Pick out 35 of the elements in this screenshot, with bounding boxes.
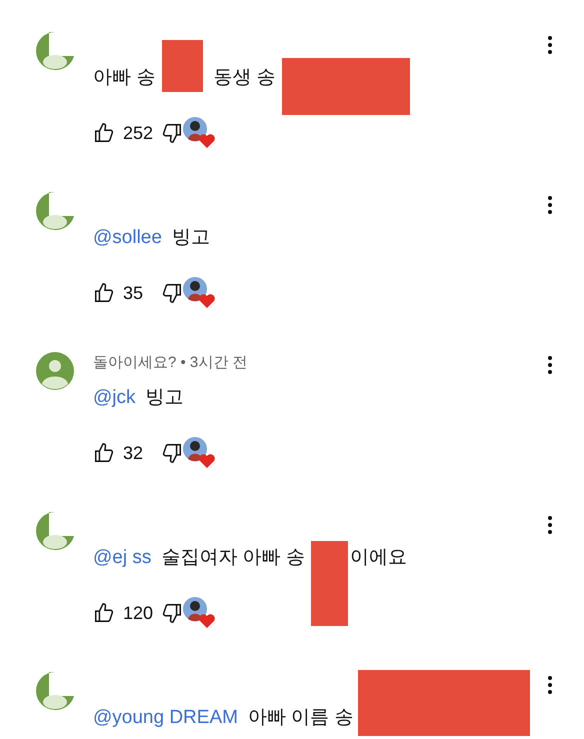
mention-link[interactable]: @jck [93, 384, 136, 412]
comment-meta: 돌아이세요? • 3시간 전 [93, 354, 248, 371]
avatar-icon [36, 192, 74, 230]
thumbs-up-icon [93, 282, 115, 304]
avatar-icon [36, 512, 74, 550]
comment-text: 아빠 이름 송 [248, 706, 354, 730]
thumbs-up-icon [93, 602, 115, 624]
more-options-icon[interactable] [548, 36, 552, 54]
comment-text: 이에요 [350, 546, 407, 570]
redaction-block [162, 40, 204, 92]
avatar-icon [36, 672, 74, 710]
dislike-icon[interactable] [161, 282, 183, 304]
more-options-icon[interactable] [548, 516, 552, 534]
more-options-icon[interactable] [548, 356, 552, 374]
avatar-icon [36, 32, 74, 70]
comment-text: 술집여자 아빠 송 [161, 546, 305, 570]
thumbs-up-icon [93, 442, 115, 464]
mention-link[interactable]: @sollee [93, 224, 162, 252]
dislike-icon[interactable] [161, 602, 183, 624]
comment-text: 빙고 [172, 226, 210, 250]
like-button[interactable]: 120 [93, 600, 161, 626]
mention-link[interactable]: @young DREAM [93, 704, 238, 732]
like-button[interactable]: 32 [93, 440, 161, 466]
more-options-icon[interactable] [548, 196, 552, 214]
dislike-icon[interactable] [161, 122, 183, 144]
comment-text: 아빠 송 [93, 66, 156, 90]
dislike-icon[interactable] [161, 442, 183, 464]
like-button[interactable]: 252 [93, 120, 161, 146]
thumbs-up-icon [93, 122, 115, 144]
comment-text: 빙고 [146, 386, 184, 410]
mention-link[interactable]: @ej ss [93, 544, 152, 572]
avatar-icon [36, 352, 74, 390]
like-button[interactable]: 35 [93, 280, 161, 306]
comment-text: 동생 송 [213, 66, 276, 90]
more-options-icon[interactable] [548, 676, 552, 694]
